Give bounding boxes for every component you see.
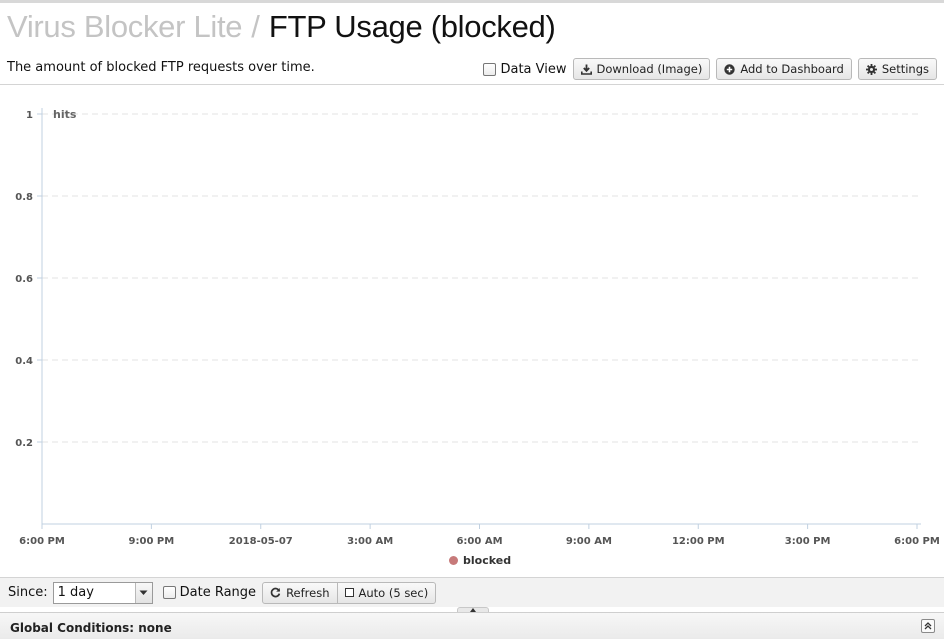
- data-view-toggle[interactable]: Data View: [483, 61, 567, 77]
- auto-refresh-button[interactable]: Auto (5 sec): [337, 581, 437, 604]
- report-description: The amount of blocked FTP requests over …: [7, 60, 315, 75]
- refresh-button[interactable]: Refresh: [262, 581, 338, 604]
- legend-label-blocked: blocked: [463, 554, 512, 567]
- y-tick-label: 0.4: [15, 356, 33, 367]
- download-image-button[interactable]: Download (Image): [572, 58, 711, 80]
- refresh-icon: [270, 587, 281, 598]
- global-conditions-bar[interactable]: Global Conditions: none: [0, 612, 944, 639]
- since-value: 1 day: [57, 585, 94, 600]
- app-name[interactable]: Virus Blocker Lite: [7, 9, 243, 45]
- plus-circle-icon: [724, 63, 736, 75]
- x-tick-label: 6:00 AM: [456, 536, 502, 547]
- refresh-label: Refresh: [286, 585, 330, 600]
- global-conditions-label: Global Conditions: none: [10, 620, 172, 635]
- since-select[interactable]: 1 day: [52, 581, 153, 604]
- data-view-label: Data View: [500, 61, 567, 77]
- report-window: Virus Blocker Lite / FTP Usage (blocked)…: [0, 0, 944, 639]
- y-tick-label: 0.8: [15, 192, 33, 203]
- y-tick-label: 0.2: [15, 438, 33, 449]
- y-tick-label: 1: [26, 110, 33, 121]
- x-tick-label: 2018-05-07: [229, 536, 293, 547]
- x-tick-label: 6:00 PM: [19, 536, 65, 547]
- report-toolbar: Data View Download (Image) Add to Dashbo…: [483, 58, 937, 80]
- time-controls: Since: 1 day Date Range Refresh Auto (5 …: [0, 578, 944, 607]
- x-tick-label: 3:00 AM: [347, 536, 393, 547]
- auto-refresh-label: Auto (5 sec): [358, 585, 429, 600]
- x-tick-label: 12:00 PM: [672, 536, 725, 547]
- add-dashboard-label: Add to Dashboard: [740, 62, 844, 76]
- chart-legend[interactable]: blocked: [449, 554, 511, 567]
- report-title: FTP Usage (blocked): [268, 9, 556, 44]
- y-unit-label: hits: [53, 108, 77, 121]
- x-tick-label: 3:00 PM: [785, 536, 831, 547]
- page-title: Virus Blocker Lite / FTP Usage (blocked): [7, 9, 556, 49]
- gear-icon: [865, 63, 877, 75]
- date-range-toggle[interactable]: Date Range: [162, 585, 257, 600]
- expand-up-icon[interactable]: [921, 619, 935, 633]
- add-to-dashboard-button[interactable]: Add to Dashboard: [716, 58, 852, 80]
- breadcrumb-separator: /: [251, 9, 260, 44]
- refresh-button-group: Refresh Auto (5 sec): [262, 581, 437, 604]
- date-range-checkbox[interactable]: [162, 586, 176, 599]
- auto-refresh-checkbox-icon: [344, 588, 354, 597]
- download-icon: [580, 64, 592, 75]
- legend-marker-blocked: [449, 556, 458, 565]
- x-tick-label: 9:00 PM: [129, 536, 175, 547]
- settings-label: Settings: [881, 62, 929, 76]
- chevron-down-icon[interactable]: [134, 582, 152, 603]
- line-chart: 1 0.8 0.6 0.4 0.2 hits 6:00 PM 9:00 PM 2018-05-0…: [15, 108, 940, 547]
- chart-panel: 1 0.8 0.6 0.4 0.2 hits 6:00 PM 9:00 PM 2018-05-0…: [0, 84, 944, 578]
- since-label: Since:: [8, 585, 48, 600]
- data-view-checkbox[interactable]: [483, 62, 497, 76]
- settings-button[interactable]: Settings: [857, 58, 937, 80]
- date-range-label: Date Range: [179, 585, 257, 600]
- y-tick-label: 0.6: [15, 274, 33, 285]
- x-tick-label: 6:00 PM: [894, 536, 940, 547]
- download-label: Download (Image): [596, 62, 703, 76]
- x-tick-label: 9:00 AM: [566, 536, 612, 547]
